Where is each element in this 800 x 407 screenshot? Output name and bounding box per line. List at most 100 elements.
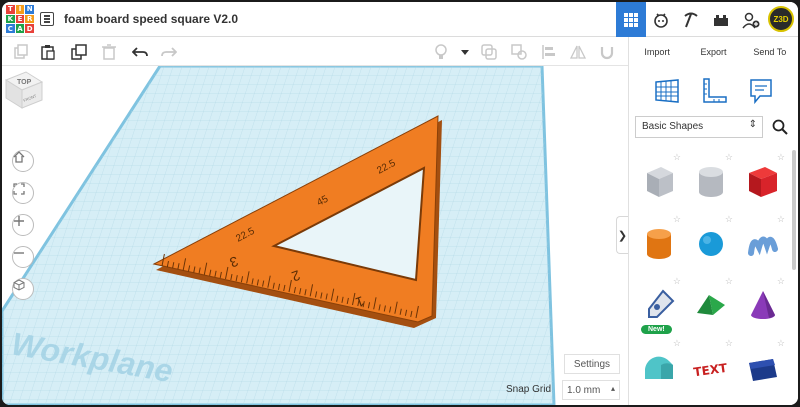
shape-category-select[interactable]: Basic Shapes ⇕ <box>635 116 763 138</box>
3d-viewport[interactable]: Workplane 22.5 45 22.5 3 2 1 TOP FRONT S… <box>2 66 628 405</box>
bricks-view-button[interactable] <box>706 2 736 37</box>
grid-icon <box>624 12 638 27</box>
export-button[interactable]: Export <box>685 47 741 57</box>
shape-roof[interactable]: ☆ <box>685 274 737 336</box>
cube-icon <box>13 279 25 291</box>
plus-icon <box>14 216 24 226</box>
favorite-star-icon[interactable]: ☆ <box>777 338 785 349</box>
shape-round-roof[interactable]: ☆ <box>633 336 685 398</box>
edit-toolbar <box>2 37 628 66</box>
favorite-star-icon[interactable]: ☆ <box>777 152 785 163</box>
undo-icon <box>132 47 148 57</box>
shape-cylinder[interactable]: ☆ <box>633 212 685 274</box>
panel-view-icons <box>629 66 798 116</box>
align-icon <box>542 45 555 59</box>
chevron-right-icon: ❯ <box>617 229 628 242</box>
logo-letter: I <box>15 5 25 14</box>
group-button[interactable] <box>480 43 498 61</box>
tinkercad-logo[interactable]: TIN KER CAD <box>6 5 34 33</box>
notes-icon[interactable] <box>746 76 776 106</box>
logo-letter: E <box>15 14 25 24</box>
shape-sphere[interactable]: ☆ <box>685 212 737 274</box>
favorite-star-icon[interactable]: ☆ <box>673 338 681 349</box>
caret-icon: ▴ <box>610 384 615 393</box>
shape-cone[interactable]: ☆ <box>737 274 789 336</box>
ungroup-button[interactable] <box>510 43 528 61</box>
design-menu-icon[interactable] <box>40 12 54 26</box>
settings-button[interactable]: Settings <box>564 354 620 374</box>
add-user-button[interactable] <box>736 2 766 37</box>
mirror-button[interactable] <box>569 43 587 61</box>
shape-box[interactable]: ☆ <box>737 150 789 212</box>
redo-button[interactable] <box>160 43 178 61</box>
view-cube[interactable]: TOP FRONT <box>2 66 46 110</box>
delete-icon <box>102 44 116 60</box>
light-dropdown-button[interactable] <box>456 43 474 61</box>
delete-button[interactable] <box>100 43 118 61</box>
minecraft-view-button[interactable] <box>676 2 706 37</box>
home-view-button[interactable] <box>12 150 34 172</box>
favorite-star-icon[interactable]: ☆ <box>725 338 733 349</box>
shape-box-hole[interactable]: ☆ <box>633 150 685 212</box>
cruise-button[interactable] <box>598 43 616 61</box>
wedge-icon <box>749 359 777 381</box>
box-icon <box>749 167 777 197</box>
circuits-view-button[interactable] <box>646 2 676 37</box>
shape-cylinder-hole[interactable]: ☆ <box>685 150 737 212</box>
snap-grid-select[interactable]: 1.0 mm ▴ <box>562 380 620 400</box>
document-title[interactable]: foam board speed square V2.0 <box>64 12 238 26</box>
shape-wedge[interactable]: ☆ <box>737 336 789 398</box>
shape-text[interactable]: TEXT ☆ <box>685 336 737 398</box>
light-icon <box>435 44 447 59</box>
paste-icon <box>41 45 55 60</box>
favorite-star-icon[interactable]: ☆ <box>725 152 733 163</box>
favorite-star-icon[interactable]: ☆ <box>673 276 681 287</box>
favorite-star-icon[interactable]: ☆ <box>725 276 733 287</box>
top-bar: TIN KER CAD foam board speed square V2.0 Z… <box>2 2 798 37</box>
fit-view-button[interactable] <box>12 182 34 204</box>
align-button[interactable] <box>540 43 558 61</box>
import-button[interactable]: Import <box>629 47 685 57</box>
favorite-star-icon[interactable]: ☆ <box>673 152 681 163</box>
shapes-scrollbar[interactable] <box>792 150 796 270</box>
sphere-icon <box>699 232 723 256</box>
add-user-icon <box>742 12 760 28</box>
shape-generator[interactable]: ☆ New! <box>633 274 685 336</box>
workplane-icon[interactable] <box>652 76 682 106</box>
text-shape-icon: TEXT <box>693 361 729 380</box>
workplane-scene: Workplane 22.5 45 22.5 3 2 1 <box>2 66 556 405</box>
3d-design-view-button[interactable] <box>616 2 646 37</box>
paste-button[interactable] <box>39 43 57 61</box>
zoom-in-button[interactable] <box>12 214 34 236</box>
perspective-button[interactable] <box>12 278 34 300</box>
mirror-icon <box>570 45 586 59</box>
search-icon <box>772 119 788 135</box>
shape-category-value: Basic Shapes <box>642 121 704 132</box>
copy-icon <box>14 44 28 59</box>
favorite-star-icon[interactable]: ☆ <box>777 214 785 225</box>
shape-search-button[interactable] <box>767 116 793 138</box>
app-window: TIN KER CAD foam board speed square V2.0 Z… <box>2 2 798 405</box>
snap-grid-value: 1.0 mm <box>567 385 601 396</box>
send-to-button[interactable]: Send To <box>742 47 798 57</box>
duplicate-button[interactable] <box>70 43 88 61</box>
bot-icon <box>654 12 668 28</box>
undo-button[interactable] <box>131 43 149 61</box>
favorite-star-icon[interactable]: ☆ <box>673 214 681 225</box>
roof-icon <box>697 295 725 315</box>
copy-button[interactable] <box>12 43 30 61</box>
view-cube-top-label: TOP <box>17 79 32 86</box>
cylinder-icon <box>647 229 671 259</box>
ruler-icon[interactable] <box>699 76 729 106</box>
text-shape-label: TEXT <box>693 361 729 380</box>
user-avatar[interactable]: Z3D <box>768 6 794 32</box>
light-button[interactable] <box>432 43 450 61</box>
favorite-star-icon[interactable]: ☆ <box>777 276 785 287</box>
shape-scribble[interactable]: ☆ <box>737 212 789 274</box>
zoom-out-button[interactable] <box>12 246 34 268</box>
collapse-panel-button[interactable]: ❯ <box>616 216 628 254</box>
dropdown-icon <box>461 50 469 55</box>
favorite-star-icon[interactable]: ☆ <box>725 214 733 225</box>
group-icon <box>481 44 497 60</box>
panel-actions: Import Export Send To <box>629 37 798 66</box>
